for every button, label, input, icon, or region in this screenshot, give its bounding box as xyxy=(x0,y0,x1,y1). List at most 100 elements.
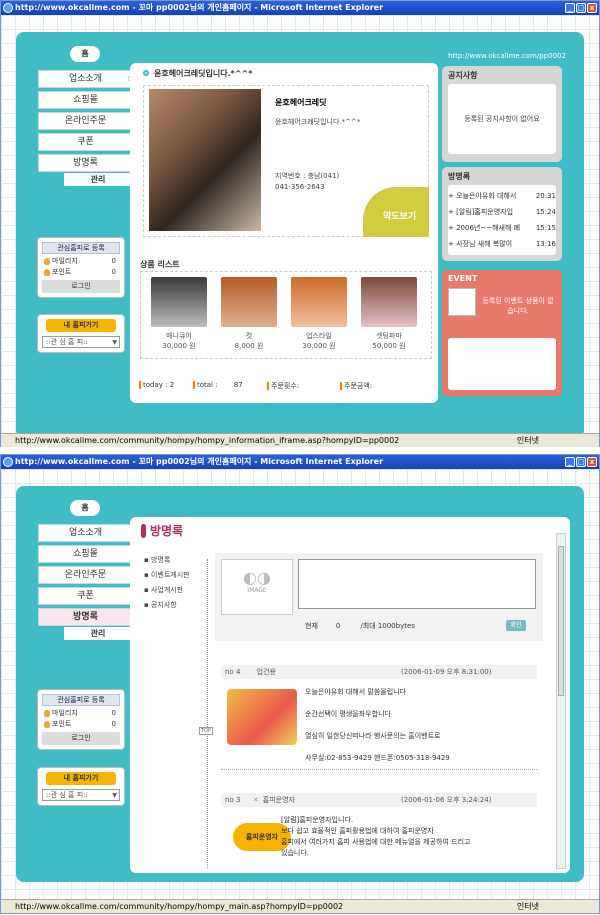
menu-admin[interactable]: 관리 xyxy=(64,627,132,640)
menu-guestbook[interactable]: 방명록 xyxy=(38,154,133,172)
myhome-box: 내 홈피가기 ::관 심 홈 피:: ▼ xyxy=(37,767,125,806)
menu-about[interactable]: 업소소개 xyxy=(38,524,133,542)
menu-about[interactable]: 업소소개 xyxy=(38,70,133,88)
browser-window-2: http://www.okcallme.com - 꼬마 pp0002님의 개인… xyxy=(0,454,600,914)
homepage-url: http://www.okcallme.com/pp0002 xyxy=(448,52,566,60)
business-phone: 041-356-2643 xyxy=(275,183,325,191)
add-favorite-button[interactable]: 관심홈피로 등록 xyxy=(42,242,120,254)
window-title: http://www.okcallme.com - 꼬마 pp0002님의 개인… xyxy=(15,457,384,466)
status-url: http://www.okcallme.com/community/hompy/… xyxy=(15,902,344,911)
guestbook-box: 방명록 + 오늘은야유회 대해서 20:31 + [알림]홈피운영자입 15:24 … xyxy=(442,167,562,261)
title-marker xyxy=(141,524,146,538)
money-bag-icon xyxy=(44,721,50,728)
chevron-down-icon: ▼ xyxy=(112,339,117,346)
minimize-button[interactable]: _ xyxy=(565,457,575,467)
timeline-line xyxy=(207,559,208,869)
entry-line: 홈피에서 여러가지 홈피 사용법에 대한 메뉴얼을 제공하여 드리고 xyxy=(281,838,471,846)
point-row: 포인트 0 xyxy=(38,267,124,278)
business-desc: 윤호헤어크레딧입니다.*^^* xyxy=(275,118,361,126)
menu-coupon[interactable]: 쿠폰 xyxy=(38,133,133,151)
myhome-box: 내 홈피가기 ::관 심 홈 피:: ▼ xyxy=(37,314,125,353)
event-title: EVENT xyxy=(448,274,478,283)
order-amount-stat: 주문금액: xyxy=(340,381,372,391)
entry-line: 열심히 일한당신떠나라 행사문의는 홈이벤트로 xyxy=(305,732,441,740)
favorite-box: 관심홈피로 등록 마일리지 0 포인트 0 로그인 xyxy=(37,689,125,750)
title-bar: http://www.okcallme.com - 꼬마 pp0002님의 개인… xyxy=(1,1,599,15)
entry-line: 순간선택이 평생을좌우합니다 xyxy=(305,710,391,718)
subnav-guestbook[interactable]: ▪ 방명록 xyxy=(144,555,170,565)
page-heading: 윤호헤어크레딧입니다.*^^* xyxy=(154,69,253,78)
money-bag-icon xyxy=(44,269,50,276)
product-item[interactable]: 매니큐어 30,000 원 xyxy=(149,277,209,351)
entry-header: no 4 업건용 (2006-01-09 오후 8:31:00) xyxy=(221,665,537,679)
point-row: 포인트 0 xyxy=(38,719,124,730)
product-item[interactable]: 업스타일 30,000 원 xyxy=(289,277,349,351)
guestbook-title: 방명록 xyxy=(448,172,471,181)
guestbook-item[interactable]: + 사장님 새해 복많이 13:16 xyxy=(448,239,556,250)
minimize-button[interactable]: _ xyxy=(565,3,575,13)
product-item[interactable]: 컷 8,000 원 xyxy=(219,277,279,351)
subnav-business[interactable]: ▪ 사업게시판 xyxy=(144,585,183,595)
subnav-notice[interactable]: ▪ 공지사항 xyxy=(144,600,177,610)
status-url: http://www.okcallme.com/community/hompy/… xyxy=(15,436,400,445)
login-button[interactable]: 로그인 xyxy=(42,280,120,293)
logo-icon: ◐◑ xyxy=(243,568,271,587)
product-item[interactable]: 셋팅파마 50,000 원 xyxy=(359,277,419,351)
entry-header: no 3 ✕ 홈피운영자 (2006-01-06 오후 3:24:24) xyxy=(221,793,537,807)
menu-order[interactable]: 온라인주문 xyxy=(38,112,133,130)
menu-shop[interactable]: 쇼핑몰 xyxy=(38,545,133,563)
heading-dot-icon xyxy=(143,70,149,76)
menu-shop[interactable]: 쇼핑몰 xyxy=(38,91,133,109)
menu-guestbook[interactable]: 방명록 xyxy=(38,608,133,626)
entry-line: 오늘은야유회 대해서 말씀올립니다 xyxy=(305,688,407,696)
maximize-button[interactable]: □ xyxy=(576,3,586,13)
subnav-event[interactable]: ▪ 이벤트게시판 xyxy=(144,570,190,580)
home-button[interactable]: 홈 xyxy=(70,500,100,516)
scroll-thumb[interactable] xyxy=(558,546,564,696)
byte-counter: 현재 0/최대 1000bytes xyxy=(305,622,415,630)
mileage-row: 마일리지 0 xyxy=(38,708,124,719)
menu-order[interactable]: 온라인주문 xyxy=(38,566,133,584)
my-homepage-button[interactable]: 내 홈피가기 xyxy=(46,772,116,785)
favorite-select[interactable]: ::관 심 홈 피:: ▼ xyxy=(42,789,120,801)
admin-icon: ✕ xyxy=(252,796,259,804)
close-button[interactable]: x xyxy=(587,457,597,467)
event-box: EVENT 등록된 이벤트 상품이 없습니다. xyxy=(442,270,562,396)
login-button[interactable]: 로그인 xyxy=(42,732,120,745)
title-bar: http://www.okcallme.com - 꼬마 pp0002님의 개인… xyxy=(1,455,599,469)
status-zone: 인터넷 xyxy=(516,902,539,911)
close-button[interactable]: x xyxy=(587,3,597,13)
ie-logo-icon xyxy=(3,3,13,13)
image-placeholder[interactable]: ◐◑ IMAGE xyxy=(221,559,293,615)
status-zone: 인터넷 xyxy=(516,436,539,445)
add-favorite-button[interactable]: 관심홈피로 등록 xyxy=(42,694,120,706)
divider xyxy=(221,769,537,770)
guestbook-item[interactable]: + [알림]홈피운영자입 15:24 xyxy=(448,207,556,218)
page-viewport: 홈 http://www.okcallme.com/pp0002 업소소개 쇼핑… xyxy=(1,15,599,433)
browser-window-1: http://www.okcallme.com - 꼬마 pp0002님의 개인… xyxy=(0,0,600,447)
guestbook-item[interactable]: + 오늘은야유회 대해서 20:31 xyxy=(448,191,556,202)
favorite-select[interactable]: ::관 심 홈 피:: ▼ xyxy=(42,336,120,348)
maximize-button[interactable]: □ xyxy=(576,457,586,467)
message-textarea[interactable] xyxy=(298,559,536,609)
entry-line: 사무실:02-853-9429 핸드폰:0505-318-9429 xyxy=(305,754,450,762)
notice-empty: 등록된 공지사항이 없어요 xyxy=(464,115,540,123)
event-empty: 등록된 이벤트 상품이 없습니다. xyxy=(482,297,554,315)
top-button[interactable]: TOP xyxy=(199,727,214,735)
scrollbar[interactable] xyxy=(556,533,566,869)
ie-logo-icon xyxy=(3,457,13,467)
business-region: 지역번호 : 충남(041) xyxy=(275,172,340,180)
home-button[interactable]: 홈 xyxy=(70,46,100,62)
order-count-stat: 주문횟수: xyxy=(267,381,299,391)
menu-admin[interactable]: 관리 xyxy=(64,173,132,186)
my-homepage-button[interactable]: 내 홈피가기 xyxy=(46,319,116,332)
page-viewport: 홈 업소소개 쇼핑몰 온라인주문 쿠폰 방명록 관리 관심홈피로 등록 마일리지… xyxy=(1,469,599,899)
notice-title: 공지사항 xyxy=(448,71,478,80)
guestbook-item[interactable]: + 2006년~~해새해 폐 15:15 xyxy=(448,223,556,234)
product-list-title: 상품 리스트 xyxy=(140,260,180,269)
today-stat: today : 2 xyxy=(139,381,174,389)
window-title: http://www.okcallme.com - 꼬마 pp0002님의 개인… xyxy=(15,3,384,12)
menu-coupon[interactable]: 쿠폰 xyxy=(38,587,133,605)
notice-box: 공지사항 등록된 공지사항이 없어요 xyxy=(442,66,562,162)
confirm-button[interactable]: 확인 xyxy=(506,620,526,631)
